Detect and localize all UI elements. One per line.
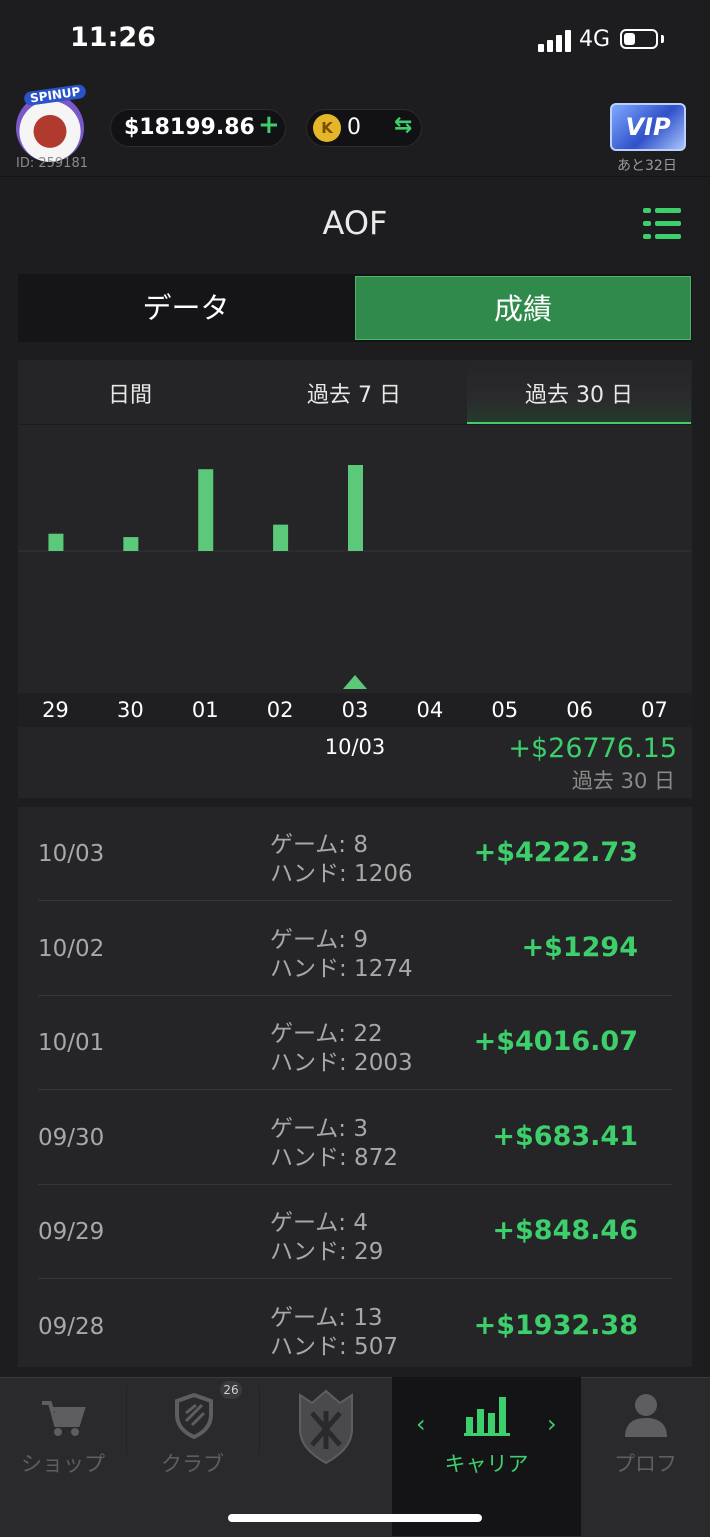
crown-shield-icon (299, 1389, 353, 1465)
record-hands: ハンド: 872 (270, 1144, 398, 1171)
day-label-30[interactable]: 30 (100, 698, 160, 722)
record-hands: ハンド: 2003 (270, 1050, 413, 1077)
battery-tip (661, 35, 664, 43)
record-hands: ハンド: 29 (270, 1239, 384, 1266)
nav-shop[interactable]: ショップ (0, 1377, 126, 1536)
day-label-06[interactable]: 06 (550, 698, 610, 722)
user-id: ID: 259181 (16, 156, 88, 171)
record-date: 09/28 (38, 1314, 105, 1340)
segment-results[interactable]: 成績 (355, 276, 691, 340)
record-hands: ハンド: 507 (270, 1334, 398, 1360)
list-item[interactable]: 09/30 ゲーム: 3 ハンド: 872 +$683.41 (18, 1091, 692, 1185)
chevron-right-icon[interactable]: › (547, 1410, 557, 1438)
day-label-07[interactable]: 07 (625, 698, 685, 722)
record-amount: +$1294 (521, 931, 638, 963)
list-item[interactable]: 10/03 ゲーム: 8 ハンド: 1206 +$4222.73 (18, 807, 692, 901)
record-date: 09/30 (38, 1124, 105, 1151)
day-label-02[interactable]: 02 (250, 698, 310, 722)
signal-icon (538, 30, 572, 52)
record-hands: ハンド: 1206 (270, 861, 413, 887)
shield-icon (175, 1393, 213, 1439)
exchange-icon[interactable]: ⇆ (394, 113, 412, 138)
record-amount: +$4016.07 (473, 1026, 638, 1058)
nav-shop-label: ショップ (21, 1452, 105, 1476)
nav-club[interactable]: クラブ (126, 1377, 259, 1536)
chart-bar-02[interactable] (273, 524, 289, 551)
day-label-29[interactable]: 29 (25, 698, 85, 722)
status-time: 11:26 (70, 22, 156, 53)
bar-chart[interactable] (18, 425, 692, 693)
list-item[interactable]: 09/29 ゲーム: 4 ハンド: 29 +$848.46 (18, 1185, 692, 1279)
total-amount: +$26776.15 (508, 733, 677, 764)
menu-icon[interactable] (643, 208, 681, 240)
tab-past-30-days[interactable]: 過去 30 日 (467, 360, 691, 424)
chart-bar-03[interactable] (348, 465, 363, 551)
chart-bar-30[interactable] (123, 537, 139, 551)
list-item[interactable]: 10/02 ゲーム: 9 ハンド: 1274 +$1294 (18, 902, 692, 996)
day-label-04[interactable]: 04 (400, 698, 460, 722)
person-icon (625, 1394, 667, 1437)
vip-badge[interactable]: VIP (610, 103, 686, 151)
header-divider (0, 176, 710, 177)
coin-amount: 0 (347, 115, 361, 140)
record-date: 09/29 (38, 1219, 105, 1246)
home-indicator (228, 1514, 482, 1522)
day-label-05[interactable]: 05 (475, 698, 535, 722)
coin-icon: K (313, 114, 341, 142)
record-amount: +$683.41 (492, 1120, 638, 1152)
nav-home[interactable] (259, 1377, 392, 1536)
record-amount: +$848.46 (492, 1215, 638, 1247)
chart-bar-01[interactable] (198, 469, 214, 551)
nav-career-label: キャリア (444, 1452, 529, 1476)
segment-data[interactable]: データ (18, 274, 354, 342)
chevron-left-icon[interactable]: ‹ (416, 1410, 426, 1438)
nav-club-label: クラブ (161, 1452, 224, 1476)
nav-career[interactable]: キャリア (392, 1377, 581, 1536)
page-title: AOF (322, 204, 388, 242)
chart-bar-29[interactable] (48, 533, 64, 551)
tab-daily[interactable]: 日間 (18, 360, 242, 424)
balance-amount: $18199.86 (124, 115, 255, 140)
battery-icon (620, 29, 658, 49)
club-notification-badge: 26 (220, 1381, 242, 1399)
nav-profile[interactable]: プロフ (581, 1377, 710, 1536)
cart-icon (42, 1401, 86, 1436)
record-date: 10/01 (38, 1030, 105, 1057)
tab-past-7-days[interactable]: 過去 7 日 (242, 360, 466, 424)
list-item[interactable]: 09/28 ゲーム: 13 ハンド: 507 +$1932.38 (18, 1280, 692, 1374)
day-label-01[interactable]: 01 (175, 698, 235, 722)
list-item[interactable]: 10/01 ゲーム: 22 ハンド: 2003 +$4016.07 (18, 996, 692, 1090)
nav-profile-label: プロフ (614, 1452, 677, 1476)
record-hands: ハンド: 1274 (270, 955, 413, 982)
record-amount: +$4222.73 (473, 837, 638, 868)
selection-marker (343, 675, 367, 689)
day-label-03[interactable]: 03 (325, 698, 385, 722)
bar-chart-icon (464, 1397, 510, 1436)
record-date: 10/02 (38, 935, 105, 962)
record-date: 10/03 (38, 841, 105, 867)
network-type: 4G (579, 27, 611, 52)
vip-remaining: あと32日 (617, 158, 677, 174)
total-caption: 過去 30 日 (571, 769, 675, 793)
record-amount: +$1932.38 (473, 1310, 638, 1341)
add-balance-button[interactable]: + (258, 110, 280, 140)
